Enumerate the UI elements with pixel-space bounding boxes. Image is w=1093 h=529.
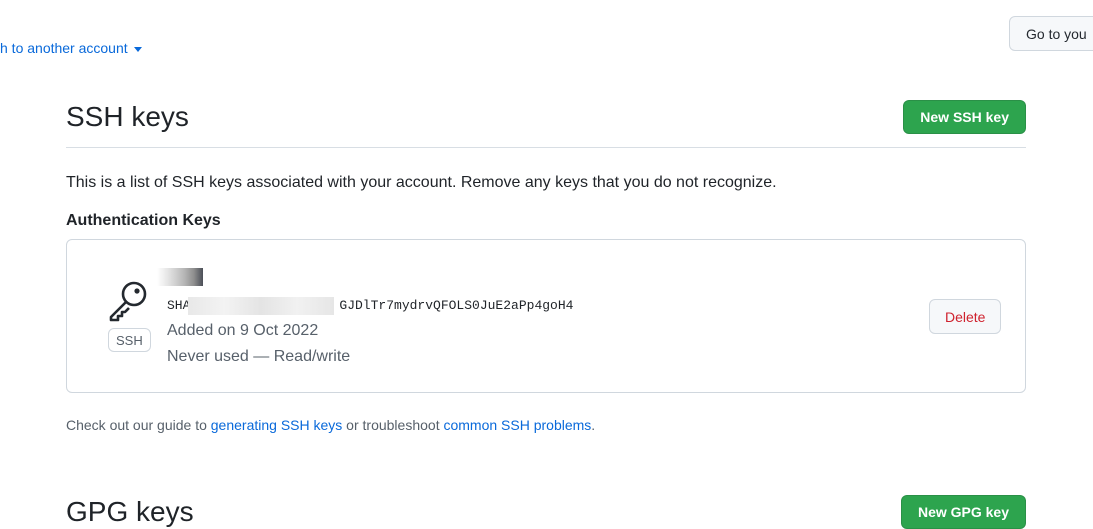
key-icon — [107, 280, 149, 322]
authentication-keys-heading: Authentication Keys — [66, 212, 221, 229]
guide-suffix: . — [591, 417, 596, 433]
delete-key-button[interactable]: Delete — [929, 299, 1002, 334]
switch-account-label: h to another account — [0, 40, 128, 56]
generating-ssh-keys-link[interactable]: generating SSH keys — [211, 417, 343, 433]
key-usage-status: Never used — Read/write — [167, 348, 351, 365]
guide-prefix: Check out our guide to — [66, 417, 211, 433]
go-to-profile-label: Go to you — [1026, 25, 1087, 42]
fingerprint-visible: GJDlTr7mydrvQFOLS0JuE2aPp4goH4 — [339, 298, 574, 313]
ssh-gpg-settings-page: h to another account Go to you SSH keys … — [0, 0, 1093, 529]
go-to-profile-button[interactable]: Go to you — [1009, 16, 1093, 51]
caret-down-icon — [133, 46, 142, 52]
common-ssh-problems-link[interactable]: common SSH problems — [443, 417, 591, 433]
ssh-keys-title: SSH keys — [66, 100, 189, 132]
ssh-keys-intro: This is a list of SSH keys associated wi… — [66, 174, 777, 191]
new-gpg-key-button[interactable]: New GPG key — [900, 495, 1026, 529]
fingerprint-prefix: SHA — [167, 298, 191, 313]
ssh-guide-text: Check out our guide to generating SSH ke… — [66, 417, 595, 433]
ssh-keys-header: SSH keys New SSH key — [66, 98, 1026, 148]
key-added-date: Added on 9 Oct 2022 — [167, 322, 319, 339]
gpg-keys-header: GPG keys New GPG key — [66, 492, 1026, 529]
ssh-type-badge: SSH — [108, 328, 151, 352]
ssh-key-list-item: SSH SHA GJDlTr7mydrvQFOLS0JuE2aPp4goH4 Ad… — [66, 239, 1026, 393]
switch-account-link[interactable]: h to another account — [0, 40, 142, 56]
redacted-fingerprint — [188, 297, 334, 315]
gpg-keys-title: GPG keys — [66, 496, 194, 527]
guide-middle: or troubleshoot — [342, 417, 444, 433]
redacted-key-title — [157, 268, 203, 286]
new-ssh-key-button[interactable]: New SSH key — [903, 99, 1026, 134]
